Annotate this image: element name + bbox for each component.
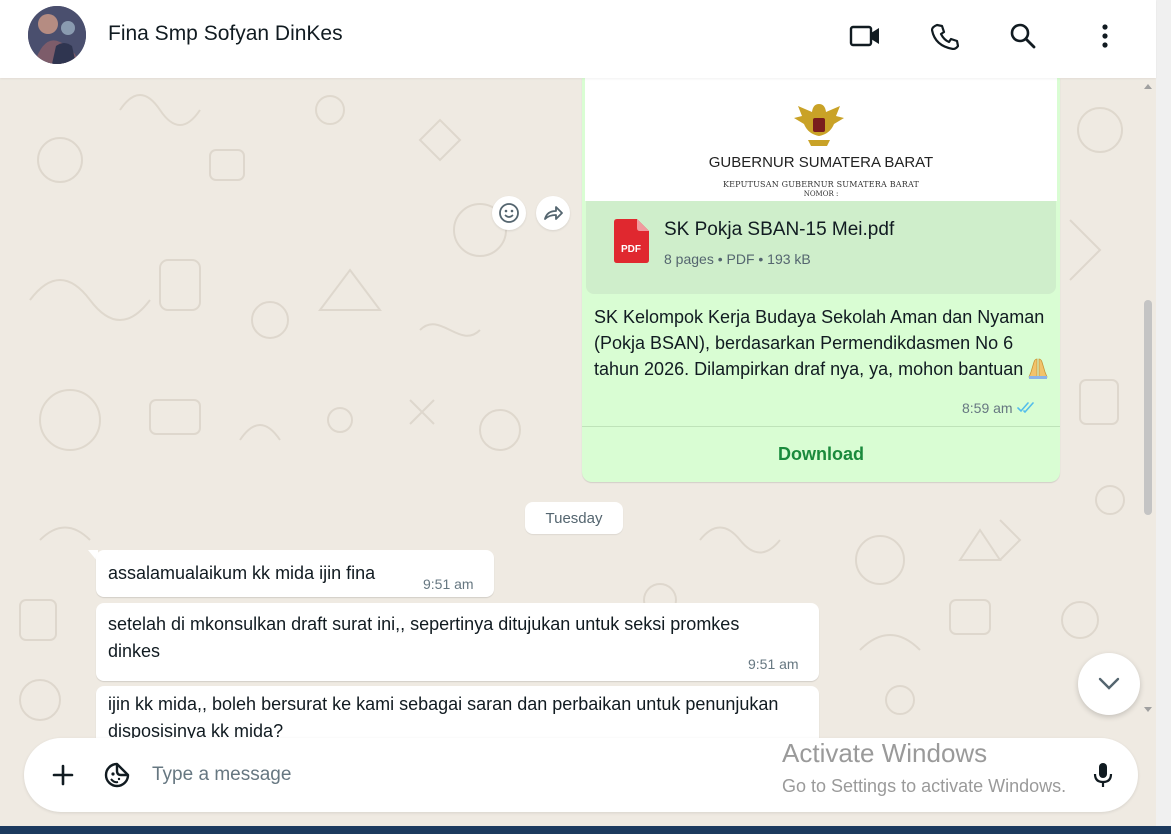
avatar[interactable] (28, 6, 86, 64)
video-call-icon[interactable] (847, 18, 883, 54)
message-time: 8:59 am (962, 400, 1013, 416)
search-icon[interactable] (1005, 18, 1041, 54)
bubble-divider (582, 426, 1060, 427)
message-caption: SK Kelompok Kerja Budaya Sekolah Aman da… (594, 304, 1049, 382)
window-edge (1156, 0, 1171, 834)
taskbar (0, 826, 1171, 834)
document-preview[interactable]: GUBERNUR SUMATERA BARAT KEPUTUSAN GUBERN… (585, 78, 1057, 201)
activation-watermark-title: Activate Windows (782, 738, 988, 768)
message-input[interactable] (152, 754, 752, 796)
activation-watermark-subtitle: Go to Settings to activate Windows. (782, 776, 1067, 796)
forward-icon (544, 206, 563, 220)
menu-icon[interactable] (1087, 18, 1123, 54)
document-number-label: NOMOR : (803, 190, 839, 198)
message-timestamp: 8:59 am (962, 400, 1035, 416)
chevron-down-icon (1098, 677, 1120, 690)
forward-button[interactable] (536, 196, 570, 230)
sticker-icon[interactable] (100, 758, 134, 792)
message-text: ijin kk mida,, boleh bersurat ke kami se… (108, 694, 779, 741)
folded-hands-emoji-icon (1028, 357, 1048, 379)
message-time: 9:51 am (748, 656, 799, 672)
scroll-down-arrow-icon[interactable] (1143, 706, 1153, 714)
scrollbar-thumb[interactable] (1144, 300, 1152, 515)
smiley-icon (499, 203, 519, 223)
date-separator: Tuesday (525, 502, 623, 534)
scroll-to-bottom-button[interactable] (1078, 653, 1140, 715)
message-text: setelah di mkonsulkan draft surat ini,, … (108, 614, 740, 661)
outgoing-document-message: GUBERNUR SUMATERA BARAT KEPUTUSAN GUBERN… (582, 78, 1060, 482)
scroll-up-arrow-icon[interactable] (1143, 82, 1153, 90)
message-time: 9:51 am (423, 576, 474, 592)
file-name: SK Pokja SBAN-15 Mei.pdf (664, 219, 895, 240)
incoming-message[interactable]: setelah di mkonsulkan draft surat ini,, … (96, 603, 819, 681)
garuda-emblem-icon (794, 104, 844, 146)
chat-header: Fina Smp Sofyan DinKes (0, 0, 1156, 78)
microphone-icon[interactable] (1086, 758, 1120, 792)
message-text: assalamualaikum kk mida ijin fina (108, 563, 376, 583)
voice-call-icon[interactable] (927, 18, 963, 54)
contact-name[interactable]: Fina Smp Sofyan DinKes (108, 22, 343, 46)
pdf-type-label: PDF (621, 244, 641, 255)
double-check-read-icon (1016, 402, 1034, 414)
document-file-card[interactable]: PDF SK Pokja SBAN-15 Mei.pdf 8 pages • P… (586, 201, 1056, 294)
incoming-message[interactable]: assalamualaikum kk mida ijin fina 9:51 a… (96, 550, 494, 597)
react-emoji-button[interactable] (492, 196, 526, 230)
pdf-icon: PDF (614, 219, 649, 263)
file-meta: 8 pages • PDF • 193 kB (664, 251, 811, 267)
caption-text: SK Kelompok Kerja Budaya Sekolah Aman da… (594, 307, 1045, 379)
document-heading: GUBERNUR SUMATERA BARAT (708, 154, 934, 171)
download-button[interactable]: Download (582, 444, 1060, 465)
attach-plus-icon[interactable] (46, 758, 80, 792)
document-subheading: KEPUTUSAN GUBERNUR SUMATERA BARAT (722, 180, 920, 189)
